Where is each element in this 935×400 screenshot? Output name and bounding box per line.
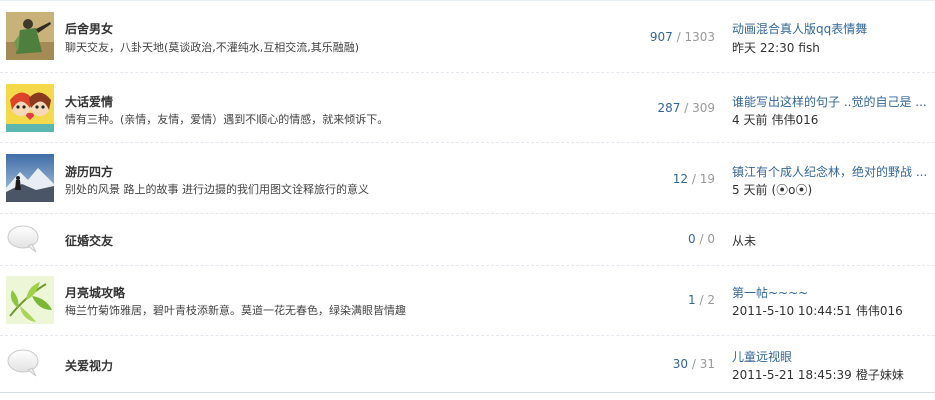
last-post-user-link[interactable]: (⦿o⦿) — [771, 183, 812, 197]
forum-name[interactable]: 月亮城攻略 — [65, 284, 125, 301]
thread-count: 30 — [672, 357, 689, 371]
thread-count: 907 — [649, 30, 673, 44]
forum-name[interactable]: 关爱视力 — [65, 357, 113, 374]
last-post-title-link[interactable]: 第一帖~~~~ — [732, 284, 932, 301]
last-post-time: 5 天前 — [732, 183, 768, 197]
forum-description: 梅兰竹菊饰雅居，碧叶青枝添新意。莫道一花无春色，绿染满眼皆情趣 — [65, 304, 406, 317]
last-post-time: 2011-5-10 10:44:51 — [732, 304, 852, 318]
forum-row: 大话爱情 情有三种。(亲情，友情，爱情）遇到不顺心的情感，就来倾诉下。 287 … — [0, 73, 935, 143]
forum-name[interactable]: 大话爱情 — [65, 93, 113, 110]
post-count: 2 — [707, 293, 715, 307]
last-post-meta: 2011-5-21 18:45:39 橙子妹妹 — [732, 366, 904, 383]
thread-count: 0 — [688, 232, 696, 246]
last-post-user-link[interactable]: fish — [798, 41, 819, 55]
forum-description: 别处的风景 路上的故事 进行边摄的我们用图文诠释旅行的意义 — [65, 183, 369, 196]
cartoon-couple-thumbnail-icon[interactable] — [6, 84, 54, 132]
count-separator: / — [684, 101, 689, 115]
count-separator: / — [691, 172, 696, 186]
forum-description: 聊天交友，八卦天地(莫谈政治,不灌纯水,互相交流,其乐融融) — [65, 41, 360, 54]
thread-post-counts: 287 / 309 — [657, 101, 715, 115]
last-post-meta: 昨天 22:30 fish — [732, 39, 820, 56]
warrior-thumbnail-icon[interactable] — [6, 12, 54, 60]
count-separator: / — [699, 293, 704, 307]
last-post-never: 从未 — [732, 234, 757, 248]
post-count: 0 — [707, 232, 715, 246]
thread-count: 12 — [672, 172, 689, 186]
forum-board-list: 后舍男女 聊天交友，八卦天地(莫谈政治,不灌纯水,互相交流,其乐融融) 907 … — [0, 0, 935, 400]
forum-name[interactable]: 征婚交友 — [65, 232, 113, 249]
last-post-user-link[interactable]: 橙子妹妹 — [856, 368, 904, 382]
forum-name[interactable]: 游历四方 — [65, 163, 113, 180]
forum-row: 月亮城攻略 梅兰竹菊饰雅居，碧叶青枝添新意。莫道一花无春色，绿染满眼皆情趣 1 … — [0, 266, 935, 336]
forum-row: 后舍男女 聊天交友，八卦天地(莫谈政治,不灌纯水,互相交流,其乐融融) 907 … — [0, 1, 935, 73]
forum-name[interactable]: 后舍男女 — [65, 20, 113, 37]
forum-row: 关爱视力 30 / 31 儿童远视眼 2011-5-21 18:45:39 橙子妹… — [0, 336, 935, 393]
last-post-meta: 2011-5-10 10:44:51 伟伟016 — [732, 302, 903, 319]
last-post-title-link[interactable]: 镇江有个成人纪念林，绝对的野战 ... — [732, 163, 932, 180]
thread-post-counts: 30 / 31 — [673, 357, 715, 371]
last-post-meta: 5 天前 (⦿o⦿) — [732, 181, 812, 198]
count-separator: / — [676, 30, 681, 44]
thread-post-counts: 0 / 0 — [688, 232, 715, 246]
last-post-title-link[interactable]: 谁能写出这样的句子 ..觉的自己是 ... — [732, 93, 932, 110]
speech-bubble-icon[interactable] — [6, 224, 40, 254]
forum-row: 游历四方 别处的风景 路上的故事 进行边摄的我们用图文诠释旅行的意义 12 / … — [0, 143, 935, 214]
speech-bubble-icon[interactable] — [6, 348, 40, 378]
last-post-title-link[interactable]: 儿童远视眼 — [732, 348, 932, 365]
last-post-user-link[interactable]: 伟伟016 — [856, 304, 903, 318]
count-separator: / — [699, 232, 704, 246]
forum-description: 情有三种。(亲情，友情，爱情）遇到不顺心的情感，就来倾诉下。 — [65, 113, 389, 126]
thread-count: 287 — [657, 101, 681, 115]
thread-count: 1 — [688, 293, 696, 307]
thread-post-counts: 1 / 2 — [688, 293, 715, 307]
thread-post-counts: 907 / 1303 — [650, 30, 715, 44]
mountain-hiker-thumbnail-icon[interactable] — [6, 154, 54, 202]
last-post-meta: 4 天前 伟伟016 — [732, 111, 818, 128]
forum-row: 征婚交友 0 / 0 从未 — [0, 214, 935, 266]
last-post-time: 昨天 22:30 — [732, 41, 795, 55]
post-count: 309 — [692, 101, 715, 115]
bamboo-leaves-thumbnail-icon[interactable] — [6, 276, 54, 324]
last-post-time: 2011-5-21 18:45:39 — [732, 368, 852, 382]
post-count: 1303 — [684, 30, 715, 44]
thread-post-counts: 12 / 19 — [673, 172, 715, 186]
post-count: 19 — [699, 172, 715, 186]
last-post-title-link[interactable]: 动画混合真人版qq表情舞 — [732, 20, 932, 37]
count-separator: / — [691, 357, 696, 371]
last-post-user-link[interactable]: 伟伟016 — [771, 113, 818, 127]
last-post-time: 4 天前 — [732, 113, 768, 127]
post-count: 31 — [699, 357, 715, 371]
